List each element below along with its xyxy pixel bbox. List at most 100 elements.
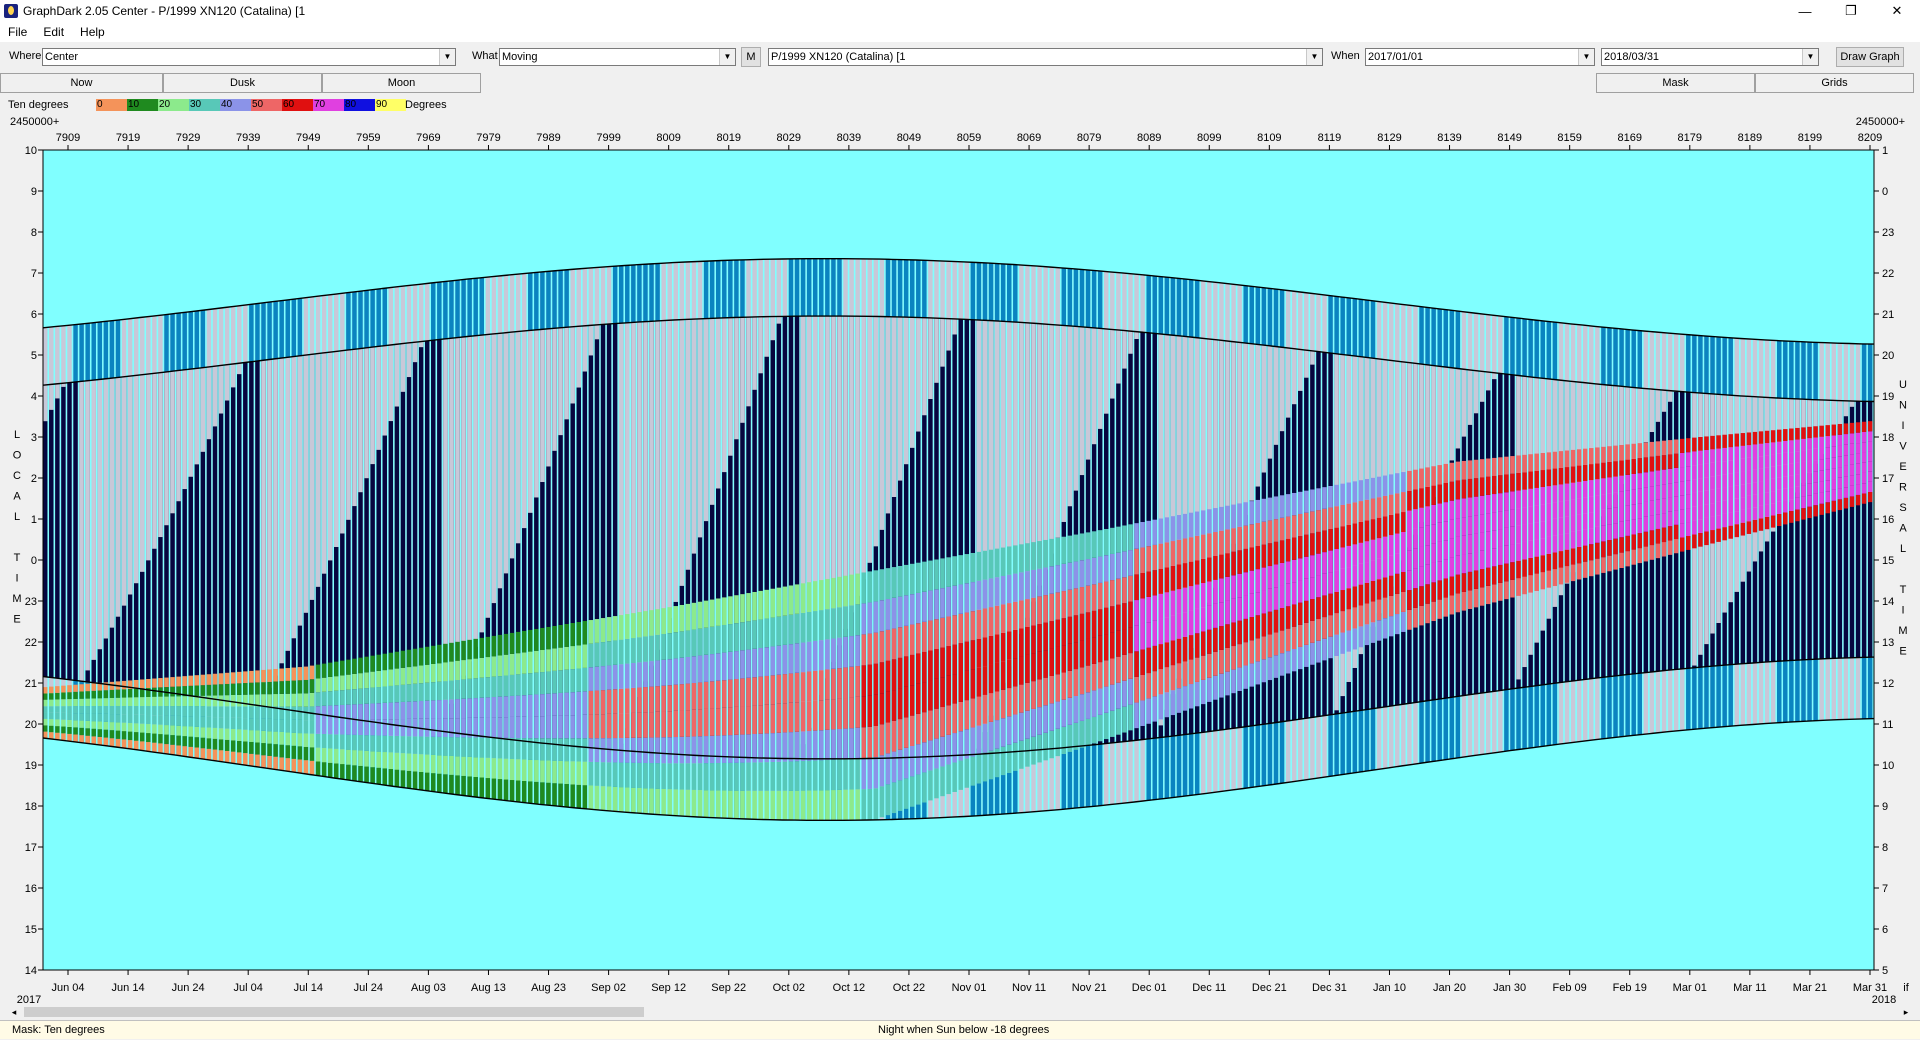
ut-tick-label: 18 (1882, 432, 1894, 444)
menu-help[interactable]: Help (72, 25, 113, 39)
altitude-band (91, 721, 96, 729)
altitude-band (1079, 720, 1085, 748)
altitude-band (412, 736, 418, 754)
altitude-band (728, 624, 733, 652)
altitude-band (1019, 544, 1024, 573)
scroll-left-arrow[interactable]: ◂ (8, 1006, 20, 1018)
what-select[interactable]: Moving ▼ (499, 48, 736, 66)
object-select[interactable]: P/1999 XN120 (Catalina) [1 ▼ (768, 48, 1323, 66)
altitude-band (1267, 588, 1273, 612)
altitude-band (309, 747, 315, 761)
twilight-bar (291, 299, 297, 357)
chevron-down-icon[interactable]: ▼ (1578, 49, 1594, 65)
altitude-band (1061, 536, 1067, 564)
altitude-band (1049, 593, 1054, 622)
tab-moon[interactable]: Moon (322, 73, 481, 93)
chevron-down-icon[interactable]: ▼ (1802, 49, 1818, 65)
altitude-band (400, 650, 406, 668)
visibility-chart[interactable]: 2450000+ 2450000+7909 7919 7929 7939 7949 7959… (0, 105, 1920, 1005)
altitude-band (509, 716, 515, 738)
altitude-band (1546, 570, 1552, 588)
altitude-band (637, 612, 642, 638)
altitude-band (976, 754, 982, 784)
tab-now[interactable]: Now (0, 73, 163, 93)
altitude-band (964, 583, 970, 613)
altitude-band (491, 656, 497, 677)
altitude-band (1201, 510, 1206, 535)
altitude-band (715, 598, 721, 626)
twilight-bar (194, 311, 200, 369)
altitude-band (552, 760, 557, 784)
altitude-band (849, 789, 854, 821)
scroll-thumb[interactable] (24, 1007, 644, 1017)
where-select[interactable]: Center ▼ (42, 48, 456, 66)
altitude-band (1328, 529, 1333, 551)
moon-up-bar (85, 380, 90, 671)
altitude-band (606, 665, 612, 690)
start-date-select[interactable]: 2017/01/01 ▼ (1365, 48, 1595, 66)
moon-up-bar (346, 350, 351, 520)
altitude-band (1201, 583, 1206, 608)
tab-dusk[interactable]: Dusk (163, 73, 322, 93)
altitude-band (867, 633, 873, 665)
twilight-bar (1813, 342, 1818, 400)
altitude-band (837, 759, 842, 790)
m-button[interactable]: M (741, 47, 761, 67)
scroll-right-arrow[interactable]: ▸ (1900, 1006, 1912, 1018)
altitude-band (394, 752, 400, 770)
altitude-band (612, 689, 618, 714)
altitude-band (1164, 592, 1170, 618)
chevron-down-icon[interactable]: ▼ (1306, 49, 1322, 65)
tab-mask[interactable]: Mask (1596, 73, 1755, 93)
end-date-select[interactable]: 2018/03/31 ▼ (1601, 48, 1819, 66)
chevron-down-icon[interactable]: ▼ (719, 49, 735, 65)
altitude-band (249, 730, 254, 742)
altitude-band (515, 631, 521, 654)
menu-file[interactable]: File (0, 25, 35, 39)
altitude-band (412, 683, 418, 702)
minimize-button[interactable]: — (1782, 0, 1828, 22)
altitude-band (1061, 591, 1067, 619)
twilight-bar (1340, 713, 1345, 775)
altitude-band (788, 644, 794, 674)
altitude-band (1673, 524, 1679, 540)
altitude-band (67, 726, 72, 734)
altitude-band (249, 706, 254, 719)
restore-button[interactable]: ❐ (1828, 0, 1874, 22)
altitude-band (952, 762, 957, 792)
altitude-band (1067, 643, 1073, 671)
chevron-down-icon[interactable]: ▼ (439, 49, 455, 65)
moon-up-bar (388, 345, 394, 422)
twilight-bar (528, 273, 533, 331)
altitude-band (212, 727, 218, 739)
tab-grids[interactable]: Grids (1755, 73, 1914, 93)
altitude-band (564, 738, 569, 762)
altitude-band (1140, 674, 1145, 701)
altitude-band (879, 755, 885, 787)
menu-edit[interactable]: Edit (35, 25, 72, 39)
altitude-band (1655, 441, 1661, 456)
altitude-band (1419, 527, 1424, 547)
altitude-band (1194, 633, 1200, 658)
moon-up-bar (576, 326, 581, 388)
altitude-band (1340, 611, 1345, 633)
altitude-band (212, 706, 218, 718)
draw-graph-button[interactable]: Draw Graph (1836, 47, 1904, 67)
moon-up-bar (479, 335, 484, 633)
altitude-band (1552, 485, 1558, 503)
altitude-band (879, 631, 885, 663)
altitude-band (794, 702, 800, 732)
altitude-band (243, 753, 248, 765)
altitude-band (1607, 555, 1612, 572)
altitude-band (1437, 484, 1442, 504)
altitude-band (1007, 603, 1012, 632)
altitude-band (273, 694, 278, 707)
close-button[interactable]: ✕ (1874, 0, 1920, 22)
altitude-band (364, 735, 369, 751)
horizontal-scrollbar[interactable]: ◂ ▸ (8, 1006, 1912, 1018)
altitude-band (1122, 525, 1127, 552)
altitude-band (1564, 483, 1570, 501)
altitude-band (1049, 703, 1054, 731)
altitude-band (691, 683, 697, 710)
altitude-band (1025, 571, 1030, 600)
